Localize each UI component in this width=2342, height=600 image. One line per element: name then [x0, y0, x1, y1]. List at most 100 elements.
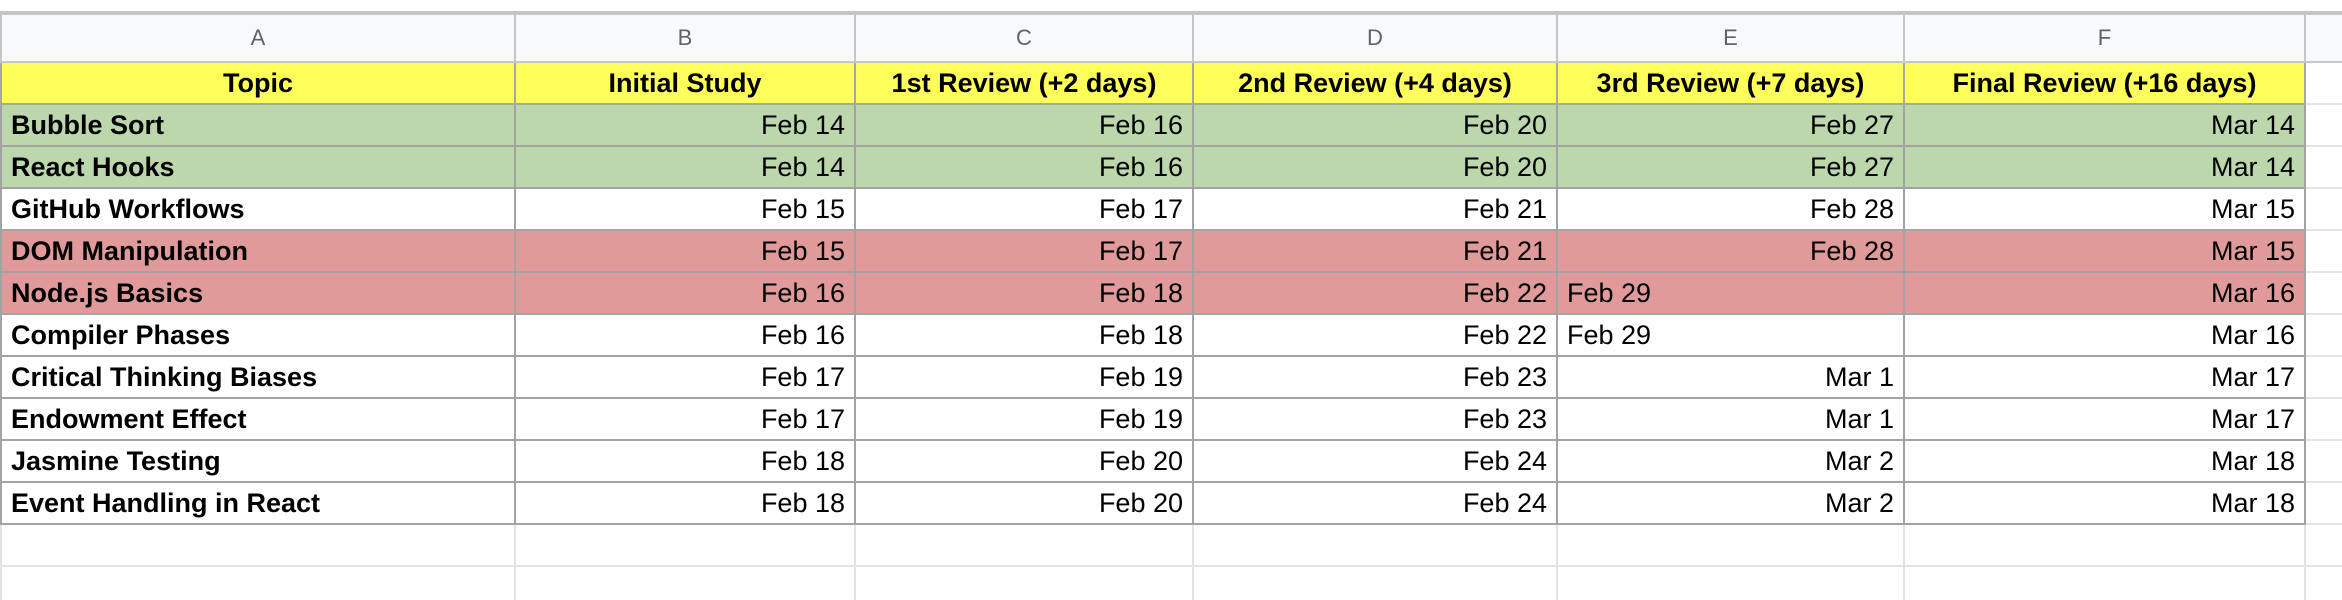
date-cell[interactable]: Mar 17 [1903, 355, 2306, 399]
empty-cell[interactable] [1903, 523, 2306, 567]
topic-cell[interactable]: Jasmine Testing [0, 439, 516, 483]
date-cell[interactable]: Feb 20 [1192, 145, 1558, 189]
table-row: Endowment Effect Feb 17 Feb 19 Feb 23 Ma… [0, 397, 2342, 441]
date-cell[interactable]: Feb 17 [854, 229, 1194, 273]
date-cell[interactable]: Feb 14 [514, 145, 856, 189]
empty-cell[interactable] [2304, 229, 2342, 273]
empty-cell[interactable] [2304, 313, 2342, 357]
empty-cell[interactable] [2304, 187, 2342, 231]
date-cell[interactable]: Feb 27 [1556, 145, 1905, 189]
empty-cell[interactable] [2304, 523, 2342, 567]
empty-cell[interactable] [2304, 103, 2342, 147]
empty-cell[interactable] [2304, 565, 2342, 600]
empty-cell[interactable] [1192, 565, 1558, 600]
empty-cell[interactable] [854, 565, 1194, 600]
date-cell[interactable]: Feb 19 [854, 397, 1194, 441]
empty-cell[interactable] [2304, 439, 2342, 483]
date-cell[interactable]: Feb 17 [854, 187, 1194, 231]
date-cell[interactable]: Mar 18 [1903, 481, 2306, 525]
empty-cell[interactable] [0, 565, 516, 600]
date-cell[interactable]: Feb 20 [854, 439, 1194, 483]
empty-cell[interactable] [0, 523, 516, 567]
column-header-d[interactable]: D [1192, 13, 1558, 63]
date-cell[interactable]: Feb 17 [514, 355, 856, 399]
empty-cell[interactable] [2304, 355, 2342, 399]
empty-cell[interactable] [854, 523, 1194, 567]
topic-cell[interactable]: Endowment Effect [0, 397, 516, 441]
date-cell[interactable]: Feb 27 [1556, 103, 1905, 147]
date-cell[interactable]: Feb 20 [1192, 103, 1558, 147]
topic-cell[interactable]: Node.js Basics [0, 271, 516, 315]
empty-cell[interactable] [1903, 565, 2306, 600]
topic-cell[interactable]: GitHub Workflows [0, 187, 516, 231]
table-row: GitHub Workflows Feb 15 Feb 17 Feb 21 Fe… [0, 187, 2342, 231]
header-cell-3rd-review[interactable]: 3rd Review (+7 days) [1556, 61, 1905, 105]
date-cell[interactable]: Mar 1 [1556, 397, 1905, 441]
date-cell[interactable]: Mar 15 [1903, 229, 2306, 273]
date-cell[interactable]: Mar 16 [1903, 313, 2306, 357]
empty-cell[interactable] [2304, 481, 2342, 525]
date-cell[interactable]: Feb 28 [1556, 187, 1905, 231]
empty-cell[interactable] [1556, 523, 1905, 567]
date-cell[interactable]: Mar 15 [1903, 187, 2306, 231]
date-cell[interactable]: Feb 29 [1556, 313, 1905, 357]
date-cell[interactable]: Mar 2 [1556, 439, 1905, 483]
topic-cell[interactable]: Compiler Phases [0, 313, 516, 357]
date-cell[interactable]: Feb 24 [1192, 481, 1558, 525]
empty-cell[interactable] [2304, 271, 2342, 315]
date-cell[interactable]: Feb 16 [514, 271, 856, 315]
date-cell[interactable]: Feb 21 [1192, 229, 1558, 273]
topic-cell[interactable]: DOM Manipulation [0, 229, 516, 273]
column-header-e[interactable]: E [1556, 13, 1905, 63]
date-cell[interactable]: Feb 14 [514, 103, 856, 147]
date-cell[interactable]: Feb 22 [1192, 271, 1558, 315]
header-cell-final-review[interactable]: Final Review (+16 days) [1903, 61, 2306, 105]
date-cell[interactable]: Feb 16 [854, 145, 1194, 189]
date-cell[interactable]: Mar 2 [1556, 481, 1905, 525]
date-cell[interactable]: Mar 18 [1903, 439, 2306, 483]
date-cell[interactable]: Feb 18 [854, 313, 1194, 357]
topic-cell[interactable]: Event Handling in React [0, 481, 516, 525]
date-cell[interactable]: Feb 16 [854, 103, 1194, 147]
date-cell[interactable]: Feb 16 [514, 313, 856, 357]
empty-cell[interactable] [1192, 523, 1558, 567]
date-cell[interactable]: Feb 28 [1556, 229, 1905, 273]
header-cell-2nd-review[interactable]: 2nd Review (+4 days) [1192, 61, 1558, 105]
header-cell-initial-study[interactable]: Initial Study [514, 61, 856, 105]
date-cell[interactable]: Feb 18 [514, 439, 856, 483]
column-header-f[interactable]: F [1903, 13, 2306, 63]
date-cell[interactable]: Feb 17 [514, 397, 856, 441]
topic-cell[interactable]: Bubble Sort [0, 103, 516, 147]
empty-cell[interactable] [2304, 397, 2342, 441]
column-header-c[interactable]: C [854, 13, 1194, 63]
empty-cell[interactable] [1556, 565, 1905, 600]
header-cell-1st-review[interactable]: 1st Review (+2 days) [854, 61, 1194, 105]
column-header-a[interactable]: A [0, 13, 516, 63]
date-cell[interactable]: Mar 16 [1903, 271, 2306, 315]
date-cell[interactable]: Feb 18 [854, 271, 1194, 315]
date-cell[interactable]: Mar 14 [1903, 103, 2306, 147]
column-header-g[interactable] [2304, 13, 2342, 63]
date-cell[interactable]: Feb 20 [854, 481, 1194, 525]
date-cell[interactable]: Feb 18 [514, 481, 856, 525]
date-cell[interactable]: Feb 23 [1192, 397, 1558, 441]
date-cell[interactable]: Feb 19 [854, 355, 1194, 399]
date-cell[interactable]: Feb 29 [1556, 271, 1905, 315]
header-cell-topic[interactable]: Topic [0, 61, 516, 105]
date-cell[interactable]: Feb 22 [1192, 313, 1558, 357]
date-cell[interactable]: Feb 15 [514, 187, 856, 231]
date-cell[interactable]: Mar 14 [1903, 145, 2306, 189]
empty-cell[interactable] [2304, 61, 2342, 105]
date-cell[interactable]: Feb 15 [514, 229, 856, 273]
date-cell[interactable]: Feb 21 [1192, 187, 1558, 231]
date-cell[interactable]: Mar 1 [1556, 355, 1905, 399]
column-header-b[interactable]: B [514, 13, 856, 63]
empty-cell[interactable] [514, 565, 856, 600]
topic-cell[interactable]: Critical Thinking Biases [0, 355, 516, 399]
date-cell[interactable]: Mar 17 [1903, 397, 2306, 441]
date-cell[interactable]: Feb 23 [1192, 355, 1558, 399]
empty-cell[interactable] [514, 523, 856, 567]
topic-cell[interactable]: React Hooks [0, 145, 516, 189]
empty-cell[interactable] [2304, 145, 2342, 189]
date-cell[interactable]: Feb 24 [1192, 439, 1558, 483]
